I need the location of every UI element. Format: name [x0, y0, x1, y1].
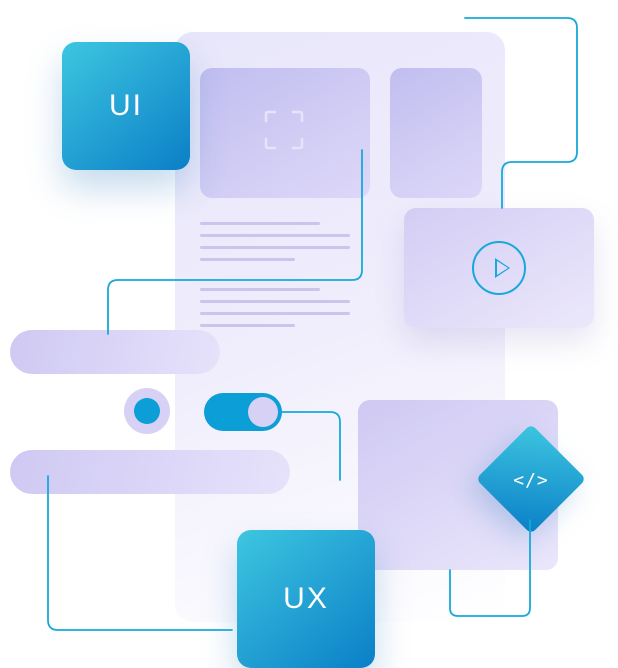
text-line	[200, 312, 350, 315]
ui-tile: UI	[62, 42, 190, 170]
play-icon	[472, 241, 526, 295]
code-diamond-label: </>	[498, 460, 564, 500]
ui-ux-illustration: UI UX </>	[0, 0, 618, 668]
radio-selected	[124, 388, 170, 434]
text-line	[200, 324, 295, 327]
focus-brackets-icon	[262, 108, 306, 152]
ux-tile: UX	[237, 530, 375, 668]
text-line	[200, 234, 350, 237]
code-icon: </>	[513, 470, 549, 491]
text-line	[200, 246, 350, 249]
video-card	[404, 208, 594, 328]
ui-tile-label: UI	[109, 89, 143, 123]
slider-pill	[10, 450, 290, 494]
text-line	[200, 258, 295, 261]
text-line	[200, 300, 350, 303]
toggle-on	[204, 393, 282, 431]
content-block-right	[390, 68, 482, 198]
slider-pill	[10, 330, 220, 374]
ux-tile-label: UX	[283, 582, 329, 616]
radio-dot-icon	[134, 398, 160, 424]
text-line	[200, 222, 320, 225]
toggle-knob-icon	[248, 397, 278, 427]
text-line	[200, 288, 320, 291]
